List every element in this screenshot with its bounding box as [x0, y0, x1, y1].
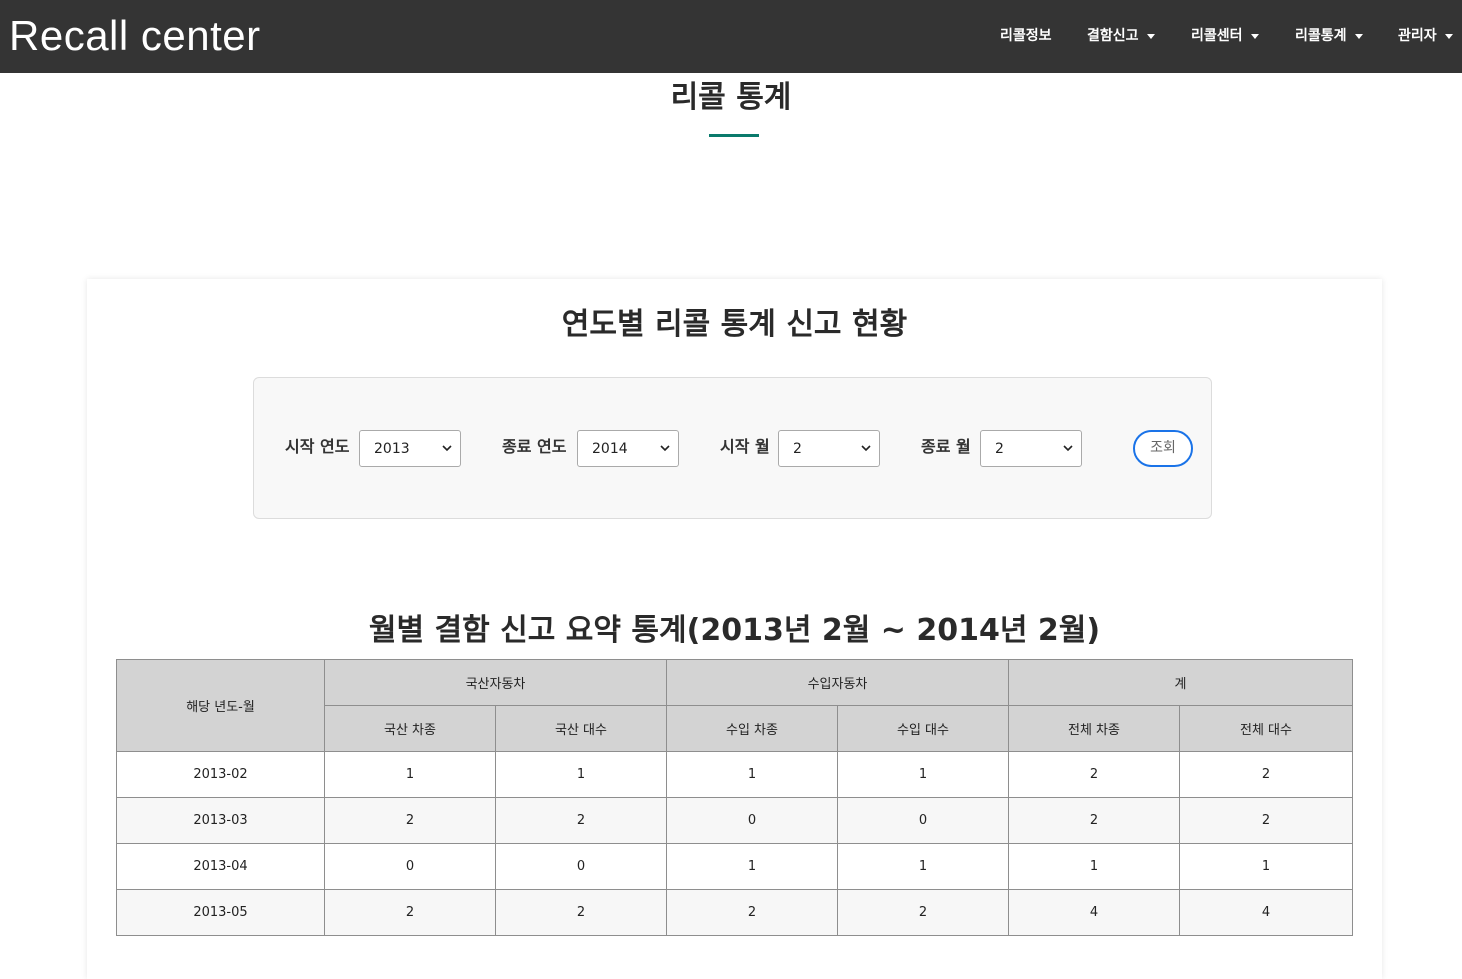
top-navbar: Recall center 리콜정보 결함신고 리콜센터 리콜통계 관리자	[0, 0, 1462, 73]
card-title: 연도별 리콜 통계 신고 현황	[561, 307, 908, 342]
table-cell: 1	[324, 751, 496, 798]
period-header: 해당 년도-월	[116, 659, 325, 752]
table-cell: 2	[837, 889, 1009, 936]
end-year-value: 2014	[592, 441, 628, 457]
table-cell: 2	[324, 797, 496, 844]
start-month-value: 2	[793, 441, 802, 457]
table-cell: 2	[666, 889, 838, 936]
table-cell: 2	[1008, 751, 1180, 798]
table-cell: 2013-05	[116, 889, 325, 936]
table-cell: 2	[495, 889, 667, 936]
table-title: 월별 결함 신고 요약 통계(2013년 2월 ~ 2014년 2월)	[368, 613, 1101, 648]
column-header: 수입 대수	[837, 705, 1009, 752]
group-header-domestic: 국산자동차	[324, 659, 667, 706]
table-row: 2013-04 0 0 1 1 1 1	[116, 843, 1353, 890]
table-cell: 2	[1179, 797, 1353, 844]
table-cell: 4	[1179, 889, 1353, 936]
table-cell: 4	[1008, 889, 1180, 936]
table-cell: 0	[324, 843, 496, 890]
chevron-down-icon	[861, 445, 871, 452]
caret-down-icon	[1444, 33, 1453, 39]
group-header-imported: 수입자동차	[666, 659, 1009, 706]
query-button[interactable]: 조회	[1133, 430, 1193, 467]
table-cell: 1	[666, 843, 838, 890]
table-cell: 2	[1008, 797, 1180, 844]
column-header: 전체 차종	[1008, 705, 1180, 752]
table-cell: 2013-03	[116, 797, 325, 844]
end-year-select[interactable]: 2014	[577, 430, 679, 467]
nav-item-label: 리콜센터	[1191, 28, 1243, 44]
caret-down-icon	[1250, 33, 1259, 39]
end-month-label: 종료 월	[921, 437, 971, 456]
column-header: 전체 대수	[1179, 705, 1353, 752]
column-header: 국산 대수	[495, 705, 667, 752]
chevron-down-icon	[660, 445, 670, 452]
start-month-label: 시작 월	[720, 437, 770, 456]
table-cell: 1	[495, 751, 667, 798]
chevron-down-icon	[442, 445, 452, 452]
monthly-stats-table: 해당 년도-월 국산자동차 수입자동차 계 국산 차종 국산 대수 수입 차종 …	[116, 659, 1353, 936]
table-cell: 0	[666, 797, 838, 844]
nav-item-recall-stats[interactable]: 리콜통계	[1295, 25, 1363, 47]
filter-panel: 시작 연도 2013 종료 연도 2014 시작 월 2 종료 월 2 조회	[253, 377, 1212, 519]
table-cell: 1	[666, 751, 838, 798]
table-cell: 1	[1008, 843, 1180, 890]
nav-item-label: 리콜정보	[1000, 28, 1052, 44]
nav-item-admin[interactable]: 관리자	[1398, 25, 1453, 47]
table-cell: 2	[1179, 751, 1353, 798]
start-month-select[interactable]: 2	[778, 430, 880, 467]
title-underline	[709, 134, 759, 137]
table-row: 2013-02 1 1 1 1 2 2	[116, 751, 1353, 798]
page-title: 리콜 통계	[670, 80, 792, 115]
table-cell: 2013-04	[116, 843, 325, 890]
nav-item-label: 관리자	[1398, 28, 1437, 44]
caret-down-icon	[1146, 33, 1155, 39]
start-year-value: 2013	[374, 441, 410, 457]
nav-item-recall-center[interactable]: 리콜센터	[1191, 25, 1259, 47]
table-cell: 1	[837, 843, 1009, 890]
table-cell: 0	[495, 843, 667, 890]
nav-item-label: 결함신고	[1087, 28, 1139, 44]
nav-item-defect-report[interactable]: 결함신고	[1087, 25, 1155, 47]
table-header-row: 해당 년도-월 국산자동차 수입자동차 계	[116, 659, 1353, 752]
table-cell: 0	[837, 797, 1009, 844]
table-cell: 1	[1179, 843, 1353, 890]
caret-down-icon	[1354, 33, 1363, 39]
table-cell: 1	[837, 751, 1009, 798]
end-month-value: 2	[995, 441, 1004, 457]
brand-logo[interactable]: Recall center	[9, 10, 261, 62]
end-month-select[interactable]: 2	[980, 430, 1082, 467]
chevron-down-icon	[1063, 445, 1073, 452]
table-cell: 2	[324, 889, 496, 936]
stats-card: 연도별 리콜 통계 신고 현황 시작 연도 2013 종료 연도 2014 시작…	[87, 279, 1382, 979]
end-year-label: 종료 연도	[502, 437, 567, 456]
table-cell: 2	[495, 797, 667, 844]
table-row: 2013-03 2 2 0 0 2 2	[116, 797, 1353, 844]
table-cell: 2013-02	[116, 751, 325, 798]
column-header: 국산 차종	[324, 705, 496, 752]
nav-item-label: 리콜통계	[1295, 28, 1347, 44]
nav-item-recall-info[interactable]: 리콜정보	[1000, 25, 1052, 47]
group-header-total: 계	[1008, 659, 1353, 706]
table-row: 2013-05 2 2 2 2 4 4	[116, 889, 1353, 936]
start-year-select[interactable]: 2013	[359, 430, 461, 467]
start-year-label: 시작 연도	[285, 437, 350, 456]
column-header: 수입 차종	[666, 705, 838, 752]
